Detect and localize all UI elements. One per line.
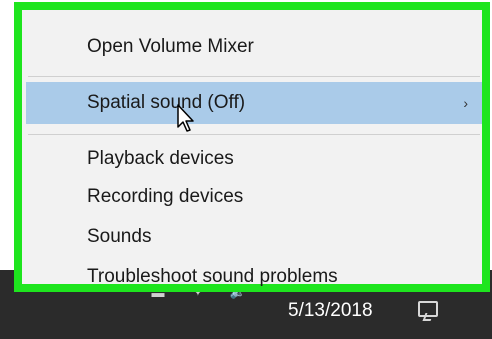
menu-body: Open Volume Mixer Spatial sound (Off) › …	[26, 10, 482, 287]
sound-context-menu: Open Volume Mixer Spatial sound (Off) › …	[14, 2, 490, 292]
menu-item-label: Troubleshoot sound problems	[87, 266, 338, 287]
notification-icon[interactable]	[418, 301, 438, 317]
menu-item-spatial-sound[interactable]: Spatial sound (Off) ›	[26, 82, 482, 124]
menu-separator	[28, 134, 480, 135]
menu-item-label: Spatial sound (Off)	[87, 92, 246, 113]
menu-item-label: Sounds	[87, 226, 152, 247]
menu-item-label: Recording devices	[87, 186, 244, 207]
submenu-arrow-icon: ›	[463, 95, 468, 111]
menu-item-label: Playback devices	[87, 148, 234, 169]
menu-item-label: Open Volume Mixer	[87, 36, 254, 57]
menu-item-troubleshoot[interactable]: Troubleshoot sound problems	[26, 256, 482, 298]
menu-item-playback-devices[interactable]: Playback devices	[26, 138, 482, 180]
clock-date[interactable]: 5/13/2018	[288, 300, 373, 322]
menu-item-open-volume-mixer[interactable]: Open Volume Mixer	[26, 26, 482, 68]
mouse-cursor-icon	[177, 104, 194, 132]
menu-item-recording-devices[interactable]: Recording devices	[26, 176, 482, 218]
menu-separator	[28, 76, 480, 77]
menu-item-sounds[interactable]: Sounds	[26, 216, 482, 258]
